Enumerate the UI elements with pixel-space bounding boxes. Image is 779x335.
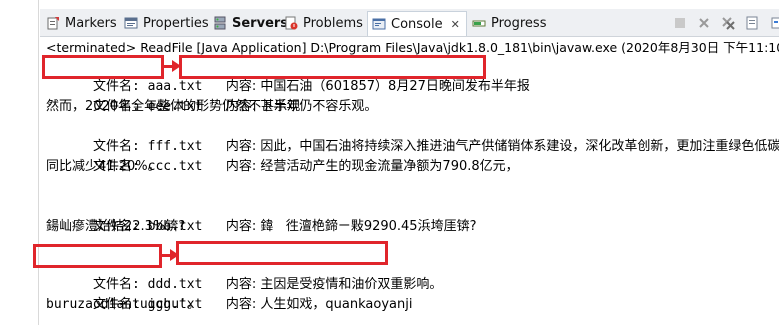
pin-console-icon[interactable] — [768, 15, 779, 31]
editor-gutter — [0, 0, 46, 325]
tab-label: Servers — [232, 15, 289, 31]
console-line: 文件名: eee.txt 内容: 下半年仍不容乐观。 — [46, 77, 377, 114]
console-icon — [372, 17, 386, 31]
close-icon[interactable]: ✕ — [451, 18, 460, 31]
file-content: 内容: 鍏 徃澶栬鍗ㄧ敤9290.45浜垮厓锛? — [225, 219, 477, 234]
console-line: 同比减少41.20%。 — [46, 159, 161, 174]
tab-label: Problems — [303, 15, 363, 31]
view-tab-bar: Markers Properties Servers Problems Cons… — [40, 9, 779, 37]
properties-icon — [124, 16, 138, 30]
console-line: 文件名: ggg.txt 内容: 人生如戏，quankaoyanji — [46, 275, 413, 312]
highlight-box-content-ddd — [176, 241, 388, 265]
tab-label: Markers — [65, 15, 117, 31]
console-toolbar — [672, 12, 779, 34]
progress-icon — [472, 16, 486, 30]
terminate-icon[interactable] — [672, 15, 688, 31]
tab-properties[interactable]: Properties — [124, 12, 209, 34]
tab-progress[interactable]: Progress — [472, 12, 546, 34]
file-content: 内容: 经营活动产生的现金流量净额为790.8亿元， — [225, 159, 519, 174]
arrow-icon — [162, 249, 179, 261]
arrow-icon — [164, 60, 181, 72]
tab-label: Properties — [143, 15, 209, 31]
highlight-box-content-aaa — [179, 55, 486, 79]
tab-label: Console — [391, 16, 443, 32]
eclipse-console-view: Markers Properties Servers Problems Cons… — [0, 0, 779, 325]
highlight-box-filename-ddd — [33, 244, 162, 268]
tab-servers[interactable]: Servers — [213, 12, 288, 34]
problems-icon — [284, 16, 298, 30]
tab-label: Progress — [491, 15, 547, 31]
tab-problems[interactable]: Problems — [284, 12, 363, 34]
file-content: 内容: 人生如戏，quankaoyanji — [225, 297, 413, 312]
tab-markers[interactable]: Markers — [46, 12, 117, 34]
console-line: 文件名: bbb.txt 内容: 鍏 徃澶栬鍗ㄧ敤9290.45浜垮厓锛? — [46, 197, 477, 234]
console-line: 文件名: fff.txt 内容: 因此，中国石油将持续深入推进油气产供储销体系建… — [46, 117, 779, 154]
highlight-box-filename-aaa — [42, 55, 164, 79]
launch-status: <terminated> ReadFile [Java Application]… — [46, 40, 779, 55]
scroll-lock-icon[interactable] — [744, 15, 760, 31]
remove-all-terminated-icon[interactable] — [720, 15, 736, 31]
tab-console[interactable]: Console ✕ — [367, 11, 467, 36]
console-line: 然而，2020年全年整体的形势仍然不甚乐观 — [46, 99, 301, 114]
console-line: buruzaodiantuichu'。 — [46, 297, 200, 312]
markers-icon — [46, 16, 60, 30]
servers-icon — [213, 16, 227, 30]
gutter-divider — [38, 0, 39, 325]
console-line: 文件名: ccc.txt 内容: 经营活动产生的现金流量净额为790.8亿元， — [46, 137, 519, 174]
remove-launch-icon[interactable] — [696, 15, 712, 31]
console-line: 鍚屾瘮澧炲姞22.3%锛? — [46, 219, 186, 234]
